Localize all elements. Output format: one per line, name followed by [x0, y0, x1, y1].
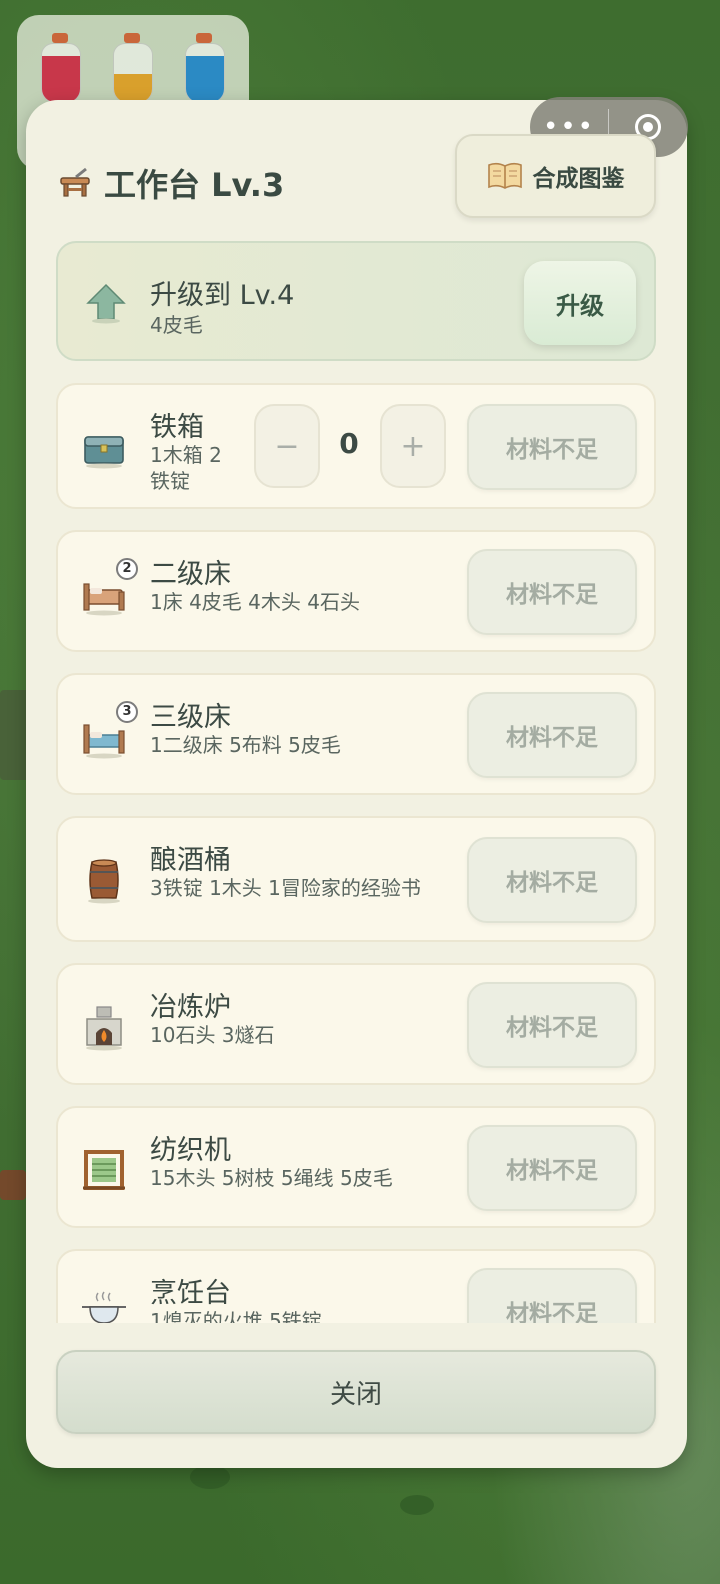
recipe-item-iron-chest: 铁箱 1木箱 2铁锭 − 0 + 材料不足	[56, 383, 656, 509]
barrel-icon	[88, 859, 120, 904]
recipe-guide-label: 合成图鉴	[532, 166, 625, 192]
recipe-requirement: 3铁锭 1木头 1冒险家的经验书	[150, 876, 421, 900]
recipe-name: 冶炼炉	[150, 992, 231, 1023]
upgrade-card: 升级到 Lv.4 4皮毛 升级	[56, 241, 656, 361]
craft-button-disabled[interactable]: 材料不足	[467, 982, 637, 1068]
close-button[interactable]: 关闭	[56, 1350, 656, 1434]
upgrade-title: 升级到 Lv.4	[150, 280, 295, 311]
recipe-item-bed-3: 3 三级床 1二级床 5布料 5皮毛 材料不足	[56, 673, 656, 795]
craft-button-disabled[interactable]: 材料不足	[467, 549, 637, 635]
workbench-icon	[60, 167, 90, 197]
recipe-name: 纺织机	[150, 1135, 231, 1166]
increase-button[interactable]: +	[380, 404, 446, 488]
panel-header: 工作台 Lv.3	[58, 155, 284, 211]
upgrade-button[interactable]: 升级	[524, 261, 636, 345]
craft-button-disabled[interactable]: 材料不足	[467, 837, 637, 923]
fence-edge	[0, 1170, 26, 1200]
blue-potion-icon[interactable]	[183, 33, 225, 103]
recipe-item-cooking-station: 烹饪台 1熄灭的火堆 5铁锭 材料不足	[56, 1249, 656, 1323]
recipe-name: 二级床	[150, 559, 231, 590]
bush	[400, 1495, 434, 1515]
recipe-name: 烹饪台	[150, 1278, 231, 1309]
decrease-button[interactable]: −	[254, 404, 320, 488]
recipe-name: 酿酒桶	[150, 845, 231, 876]
craft-button-disabled[interactable]: 材料不足	[467, 1268, 637, 1323]
red-potion-icon[interactable]	[39, 33, 81, 103]
iron-chest-icon	[84, 436, 124, 469]
bush	[190, 1465, 230, 1489]
recipe-item-brewing-barrel: 酿酒桶 3铁锭 1木头 1冒险家的经验书 材料不足	[56, 816, 656, 942]
page-title: 工作台 Lv.3	[104, 166, 285, 204]
recipe-requirement: 1床 4皮毛 4木头 4石头	[150, 590, 360, 614]
craft-button-disabled[interactable]: 材料不足	[467, 692, 637, 778]
book-icon	[487, 162, 522, 189]
recipe-item-bed-2: 2 二级床 1床 4皮毛 4木头 4石头 材料不足	[56, 530, 656, 652]
furnace-icon	[86, 1006, 122, 1051]
recipe-name: 铁箱	[150, 412, 204, 443]
recipe-item-loom: 纺织机 15木头 5树枝 5绳线 5皮毛 材料不足	[56, 1106, 656, 1228]
recipe-list[interactable]: 铁箱 1木箱 2铁锭 − 0 + 材料不足 2 二级床 1床 4皮毛 4木头 4…	[56, 383, 658, 1323]
recipe-requirement: 1二级床 5布料 5皮毛	[150, 733, 341, 757]
recipe-guide-button[interactable]: 合成图鉴	[455, 134, 656, 218]
recipe-requirement: 1熄灭的火堆 5铁锭	[150, 1309, 322, 1323]
tier-badge: 3	[116, 701, 138, 723]
craft-button-disabled[interactable]: 材料不足	[467, 404, 637, 490]
recipe-requirement: 10石头 3燧石	[150, 1023, 275, 1047]
quantity-value: 0	[339, 427, 359, 460]
craft-button-disabled[interactable]: 材料不足	[467, 1125, 637, 1211]
recipe-requirement: 15木头 5树枝 5绳线 5皮毛	[150, 1166, 393, 1190]
cooking-pot-icon	[82, 1291, 126, 1323]
recipe-item-smelting-furnace: 冶炼炉 10石头 3燧石 材料不足	[56, 963, 656, 1085]
loom-icon	[83, 1150, 125, 1190]
yellow-potion-icon[interactable]	[111, 33, 153, 103]
recipe-name: 三级床	[150, 702, 231, 733]
upgrade-arrow-icon	[86, 283, 126, 324]
recipe-requirement: 1木箱 2铁锭	[150, 443, 222, 493]
upgrade-requirement: 4皮毛	[150, 313, 203, 337]
tier-badge: 2	[116, 558, 138, 580]
